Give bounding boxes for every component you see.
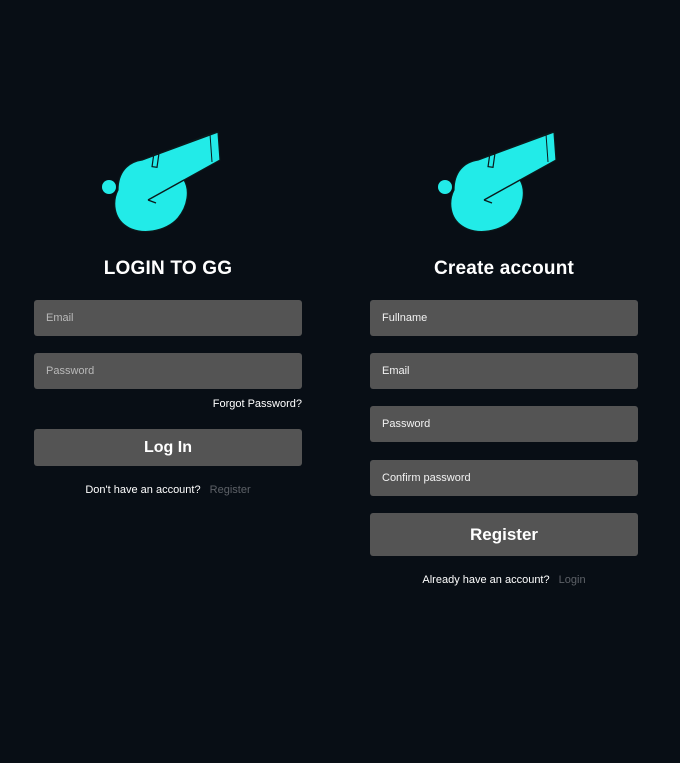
password-field[interactable] xyxy=(34,353,302,389)
fullname-input[interactable] xyxy=(382,312,626,324)
confirm-password-input[interactable] xyxy=(382,472,626,484)
email-field[interactable] xyxy=(34,300,302,336)
register-button[interactable]: Register xyxy=(370,513,638,556)
login-link[interactable]: Login xyxy=(559,574,586,586)
register-prompt: Don't have an account? Register xyxy=(34,484,302,496)
whistle-logo-icon xyxy=(102,131,221,233)
register-prompt-text: Don't have an account? xyxy=(85,484,201,496)
whistle-logo-icon xyxy=(438,131,557,233)
email-input[interactable] xyxy=(382,365,626,377)
login-prompt-text: Already have an account? xyxy=(422,574,550,586)
register-link[interactable]: Register xyxy=(210,484,251,496)
login-prompt: Already have an account? Login xyxy=(370,574,638,586)
login-title: LOGIN TO GG xyxy=(103,258,233,279)
login-button[interactable]: Log In xyxy=(34,429,302,466)
fullname-field[interactable] xyxy=(370,300,638,336)
confirm-password-field[interactable] xyxy=(370,460,638,496)
password-input[interactable] xyxy=(46,365,290,377)
password-field[interactable] xyxy=(370,406,638,442)
register-title: Create account xyxy=(433,258,575,279)
email-field[interactable] xyxy=(370,353,638,389)
email-input[interactable] xyxy=(46,312,290,324)
password-input[interactable] xyxy=(382,418,626,430)
forgot-password-link[interactable]: Forgot Password? xyxy=(213,398,302,410)
